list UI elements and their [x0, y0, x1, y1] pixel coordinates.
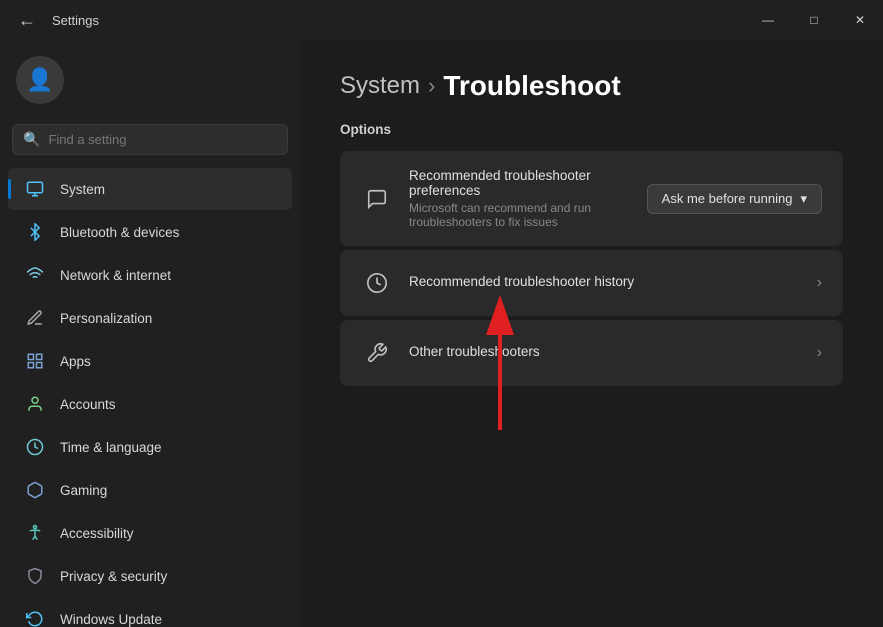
recommended-prefs-dropdown-btn[interactable]: Ask me before running▾ — [647, 184, 822, 214]
sidebar-item-label-apps: Apps — [60, 354, 91, 369]
breadcrumb-current: Troubleshoot — [443, 70, 620, 102]
sidebar-item-label-update: Windows Update — [60, 612, 162, 627]
titlebar-left: ← Settings — [12, 6, 99, 35]
avatar: 👤 — [16, 56, 64, 104]
recommended-prefs-desc: Microsoft can recommend and run troubles… — [409, 201, 631, 229]
other-troubleshooters-action: › — [817, 344, 822, 362]
sidebar-item-privacy[interactable]: Privacy & security — [8, 555, 292, 597]
recommended-history-action: › — [817, 274, 822, 292]
other-troubleshooters-chevron: › — [817, 344, 822, 362]
sidebar-item-label-accounts: Accounts — [60, 397, 116, 412]
option-card-other-troubleshooters[interactable]: Other troubleshooters › — [340, 320, 843, 386]
accounts-icon — [24, 393, 46, 415]
sidebar-item-label-bluetooth: Bluetooth & devices — [60, 225, 179, 240]
minimize-button[interactable]: — — [745, 0, 791, 40]
sidebar: 👤 🔍 System Bluetooth & devices Network & i… — [0, 40, 300, 627]
sidebar-item-apps[interactable]: Apps — [8, 340, 292, 382]
back-button[interactable]: ← — [12, 6, 42, 35]
titlebar-title: Settings — [52, 13, 99, 28]
maximize-button[interactable]: □ — [791, 0, 837, 40]
avatar-icon: 👤 — [26, 67, 53, 93]
bluetooth-icon — [24, 221, 46, 243]
titlebar-controls: — □ ✕ — [745, 0, 883, 40]
section-title: Options — [340, 122, 843, 137]
search-box[interactable]: 🔍 — [12, 124, 288, 155]
sidebar-item-accessibility[interactable]: Accessibility — [8, 512, 292, 554]
titlebar: ← Settings — □ ✕ — [0, 0, 883, 40]
other-troubleshooters-icon — [361, 337, 393, 369]
sidebar-item-gaming[interactable]: Gaming — [8, 469, 292, 511]
recommended-prefs-title: Recommended troubleshooter preferences — [409, 168, 631, 198]
sidebar-item-personalization[interactable]: Personalization — [8, 297, 292, 339]
sidebar-item-label-accessibility: Accessibility — [60, 526, 134, 541]
update-icon — [24, 608, 46, 627]
sidebar-item-label-privacy: Privacy & security — [60, 569, 167, 584]
sidebar-item-system[interactable]: System — [8, 168, 292, 210]
breadcrumb-separator: › — [428, 73, 435, 99]
option-card-recommended-prefs[interactable]: Recommended troubleshooter preferences Mi… — [340, 151, 843, 246]
system-icon — [24, 178, 46, 200]
sidebar-item-label-network: Network & internet — [60, 268, 171, 283]
recommended-history-icon — [361, 267, 393, 299]
search-input[interactable] — [48, 132, 277, 147]
other-troubleshooters-text: Other troubleshooters — [409, 344, 801, 362]
recommended-prefs-text: Recommended troubleshooter preferences Mi… — [409, 168, 631, 229]
sidebar-item-time[interactable]: Time & language — [8, 426, 292, 468]
option-card-recommended-history[interactable]: Recommended troubleshooter history › — [340, 250, 843, 316]
recommended-history-title: Recommended troubleshooter history — [409, 274, 801, 289]
recommended-prefs-icon — [361, 183, 393, 215]
personalization-icon — [24, 307, 46, 329]
sidebar-item-label-system: System — [60, 182, 105, 197]
other-troubleshooters-title: Other troubleshooters — [409, 344, 801, 359]
breadcrumb-parent: System — [340, 72, 420, 100]
apps-icon — [24, 350, 46, 372]
sidebar-item-network[interactable]: Network & internet — [8, 254, 292, 296]
search-icon: 🔍 — [23, 131, 40, 148]
main-content: System › Troubleshoot Options Recommende… — [300, 40, 883, 627]
accessibility-icon — [24, 522, 46, 544]
sidebar-item-label-time: Time & language — [60, 440, 162, 455]
sidebar-item-update[interactable]: Windows Update — [8, 598, 292, 627]
privacy-icon — [24, 565, 46, 587]
breadcrumb: System › Troubleshoot — [340, 70, 843, 102]
sidebar-item-bluetooth[interactable]: Bluetooth & devices — [8, 211, 292, 253]
sidebar-item-label-personalization: Personalization — [60, 311, 152, 326]
recommended-history-chevron: › — [817, 274, 822, 292]
recommended-prefs-action[interactable]: Ask me before running▾ — [647, 184, 822, 214]
close-button[interactable]: ✕ — [837, 0, 883, 40]
sidebar-nav: System Bluetooth & devices Network & inter… — [0, 167, 300, 627]
user-section: 👤 — [0, 40, 300, 120]
recommended-history-text: Recommended troubleshooter history — [409, 274, 801, 292]
sidebar-item-label-gaming: Gaming — [60, 483, 107, 498]
gaming-icon — [24, 479, 46, 501]
sidebar-item-accounts[interactable]: Accounts — [8, 383, 292, 425]
options-list: Recommended troubleshooter preferences Mi… — [340, 151, 843, 386]
network-icon — [24, 264, 46, 286]
time-icon — [24, 436, 46, 458]
app-body: 👤 🔍 System Bluetooth & devices Network & i… — [0, 40, 883, 627]
